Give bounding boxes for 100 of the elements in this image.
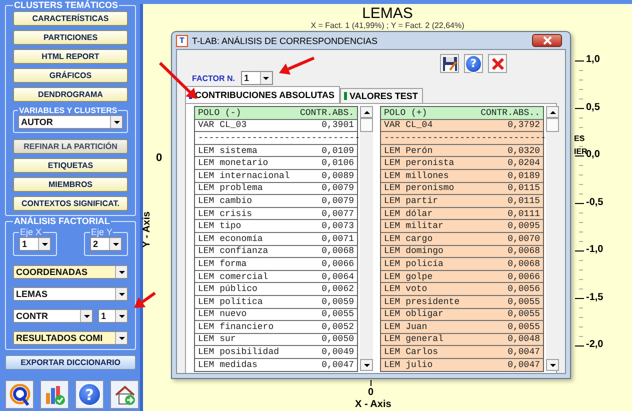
table-cell: 0,0047 [508, 347, 540, 358]
point-label: ES [574, 134, 585, 143]
column-header: POLO (+) [384, 108, 428, 118]
table-cell: LEM sistema [198, 146, 258, 156]
scroll-up-icon[interactable] [360, 106, 373, 118]
arrow [134, 292, 156, 308]
dropdown[interactable]: 1 [240, 71, 273, 85]
table-cell: VAR CL_03 [198, 120, 247, 130]
table-cell: LEM problema [198, 183, 263, 194]
table-cell: LEM financiero [198, 322, 274, 332]
toolbar-button[interactable] [40, 380, 69, 409]
export-button[interactable]: EXPORTAR DICCIONARIO [5, 355, 136, 370]
group-title: VARIABLES Y CLUSTERS [18, 106, 118, 115]
toolbar-button[interactable] [110, 380, 139, 409]
scroll-thumb[interactable] [360, 118, 373, 132]
caret-icon [80, 310, 92, 322]
table-cell: 0,0055 [322, 309, 354, 320]
caret-icon [110, 116, 122, 128]
dropdown[interactable]: 1 [19, 237, 51, 251]
table-cell: LEM millones [384, 170, 449, 181]
tab[interactable]: VALORES TEST [340, 88, 423, 103]
scroll-down-icon[interactable] [546, 359, 559, 371]
table-cell: 0,0068 [508, 246, 540, 256]
table-cell: 0,0048 [508, 334, 540, 344]
close-icon [542, 36, 552, 45]
chart-subtitle: X = Fact. 1 (41,99%) ; Y = Fact. 2 (22,64%) [310, 21, 464, 30]
table-cell: 0,0111 [508, 208, 540, 219]
tick-label: 0,0 [586, 149, 600, 160]
sidebar-button[interactable]: DENDROGRAMA [13, 87, 128, 102]
scroll-down-icon[interactable] [360, 359, 373, 371]
table-cell: LEM sur [198, 334, 236, 344]
table-cell: 0,0070 [508, 234, 540, 244]
scroll-thumb[interactable] [546, 118, 559, 132]
table-cell: LEM comercial [198, 272, 268, 282]
dropdown[interactable]: AUTOR [18, 115, 123, 129]
table-cell: 0,0050 [322, 334, 354, 344]
table-cell: 0,0106 [322, 158, 354, 168]
caret-icon [115, 288, 127, 300]
caret-icon [115, 266, 127, 278]
column-header: POLO (-) [198, 108, 242, 118]
table-cell: 0,0204 [508, 158, 540, 168]
table-cell: 0,0055 [508, 322, 540, 332]
close-button[interactable] [532, 34, 562, 47]
tab[interactable]: CONTRIBUCIONES ABSOLUTAS [185, 86, 340, 103]
scrollbar[interactable] [546, 106, 559, 371]
sidebar-button[interactable]: CARACTERÍSTICAS [13, 11, 128, 26]
group-title: ANÁLISIS FACTORIAL [13, 216, 111, 226]
axis-label: Y - Axis [142, 211, 153, 248]
table-cell: 0,0073 [322, 221, 354, 232]
table-cell: 0,0089 [322, 170, 354, 181]
sidebar-button[interactable]: HTML REPORT [13, 49, 128, 64]
table-cell: LEM confianza [198, 246, 268, 256]
dropdown[interactable]: LEMAS [13, 287, 128, 301]
dropdown[interactable]: RESULTADOS COMI [13, 331, 128, 345]
table-cell: 0,0189 [508, 170, 540, 181]
sidebar-button[interactable]: MIEMBROS [13, 177, 128, 192]
table-cell: LEM política [198, 296, 263, 307]
sidebar-button[interactable]: ETIQUETAS [13, 158, 128, 173]
app-icon: T [176, 34, 188, 46]
table-cell: VAR CL_04 [384, 120, 433, 130]
tick-label: -0,5 [586, 196, 604, 208]
table-cell: LEM economía [198, 234, 263, 244]
tick-label: -1,0 [586, 244, 604, 255]
table-cell: LEM policía [384, 258, 444, 269]
arrow [279, 56, 315, 75]
table-cell: 0,3901 [322, 120, 354, 130]
tick-label: 0,5 [586, 102, 600, 112]
save-button[interactable] [440, 54, 459, 73]
window-title: T-LAB: ANÁLISIS DE CORRESPONDENCIAS [192, 36, 379, 46]
ring-icon [8, 384, 30, 406]
table-cell: 0,0115 [508, 183, 540, 194]
field-label: FACTOR N. [192, 74, 235, 82]
tick-label: 1,0 [586, 54, 600, 65]
axis-label: X - Axis [355, 399, 392, 410]
dropdown[interactable]: 2 [90, 237, 122, 251]
table-cell: LEM forma [198, 258, 247, 269]
table-cell: 0,0095 [508, 221, 540, 232]
scrollbar[interactable] [360, 106, 373, 371]
dropdown[interactable]: CONTR [13, 309, 93, 323]
sidebar-button[interactable]: GRÁFICOS [13, 68, 128, 83]
tick-label: -2,0 [586, 339, 604, 350]
caret-icon [260, 72, 272, 84]
table-cell: LEM Juan [384, 322, 428, 332]
sidebar-button[interactable]: CONTEXTOS SIGNIFICAT. [13, 196, 128, 211]
sidebar-button[interactable]: PARTICIONES [13, 30, 128, 45]
table-cell: 0,0049 [322, 347, 354, 358]
toolbar-button[interactable] [5, 380, 34, 409]
tick-label: -1,5 [586, 292, 604, 302]
dropdown[interactable]: 1 [98, 309, 128, 323]
scroll-up-icon[interactable] [546, 106, 559, 118]
table-cell: LEM partir [384, 196, 438, 206]
table-cell: LEM dólar [384, 208, 433, 219]
close-icon [490, 56, 504, 70]
close-button[interactable] [488, 54, 507, 73]
table-cell: 0,0079 [322, 196, 354, 206]
dropdown[interactable]: COORDENADAS [13, 265, 128, 279]
table-cell: LEM peronista [384, 158, 454, 168]
table-cell: 0,0068 [322, 246, 354, 256]
table-cell: 0,0047 [508, 360, 540, 370]
table-cell: 0,0055 [508, 309, 540, 320]
